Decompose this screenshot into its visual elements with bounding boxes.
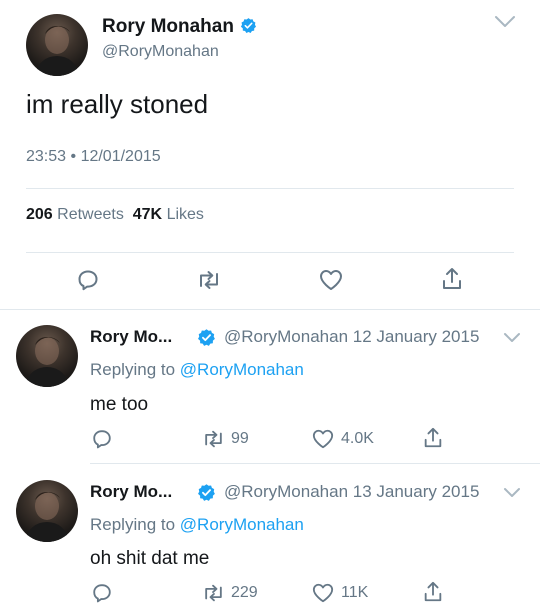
author-handle-date[interactable]: @RoryMonahan 13 January 2015	[224, 482, 479, 502]
author-handle-date[interactable]: @RoryMonahan 12 January 2015	[224, 327, 479, 347]
tweet-date: 12/01/2015	[80, 148, 161, 165]
avatar[interactable]	[16, 325, 78, 387]
like-count[interactable]: 4.0K	[341, 430, 374, 448]
replying-to-link[interactable]: @RoryMonahan	[180, 515, 304, 534]
share-icon[interactable]	[422, 580, 444, 604]
meta-separator: •	[70, 148, 77, 165]
replying-to: Replying to @RoryMonahan	[90, 360, 304, 380]
tweet-text: me too	[90, 394, 149, 415]
author-name[interactable]: Rory Monahan	[102, 16, 257, 38]
verified-badge-icon	[198, 484, 215, 501]
verified-badge-icon	[198, 329, 215, 346]
chevron-down-icon[interactable]	[494, 14, 516, 30]
like-icon[interactable]	[318, 268, 344, 292]
tweet-text: im really stoned	[26, 89, 209, 119]
chevron-down-icon[interactable]	[503, 332, 521, 345]
replying-prefix: Replying to	[90, 515, 176, 534]
divider	[26, 188, 514, 189]
tweet-text: oh shit dat me	[90, 548, 210, 569]
share-icon[interactable]	[422, 426, 444, 450]
author-name[interactable]: Rory Mo...	[90, 327, 172, 347]
like-count[interactable]: 11K	[341, 584, 368, 602]
retweet-count[interactable]: 99	[231, 430, 249, 448]
divider	[90, 463, 540, 464]
divider	[26, 252, 514, 253]
reply-icon[interactable]	[76, 268, 100, 292]
retweet-icon[interactable]	[196, 268, 222, 292]
replying-to-link[interactable]: @RoryMonahan	[180, 360, 304, 379]
retweets-count[interactable]: 206	[26, 206, 53, 223]
divider	[0, 309, 540, 310]
retweet-icon[interactable]	[201, 582, 226, 604]
replying-prefix: Replying to	[90, 360, 176, 379]
tweet-stats: 206 Retweets 47K Likes	[26, 206, 204, 224]
retweet-count[interactable]: 229	[231, 584, 258, 602]
replying-to: Replying to @RoryMonahan	[90, 515, 304, 535]
verified-badge-icon	[240, 18, 256, 33]
avatar[interactable]	[16, 480, 78, 542]
reply-icon[interactable]	[91, 582, 113, 604]
share-icon[interactable]	[440, 266, 464, 292]
likes-label[interactable]: Likes	[167, 206, 204, 223]
likes-count[interactable]: 47K	[133, 206, 162, 223]
tweet-timestamp[interactable]: 23:53 • 12/01/2015	[26, 148, 161, 166]
reply-icon[interactable]	[91, 428, 113, 450]
author-handle[interactable]: @RoryMonahan	[102, 43, 219, 61]
author-name-text[interactable]: Rory Monahan	[102, 16, 234, 37]
like-icon[interactable]	[311, 428, 335, 450]
retweet-icon[interactable]	[201, 428, 226, 450]
author-name[interactable]: Rory Mo...	[90, 482, 172, 502]
avatar[interactable]	[26, 14, 88, 76]
like-icon[interactable]	[311, 582, 335, 604]
chevron-down-icon[interactable]	[503, 487, 521, 500]
tweet-time: 23:53	[26, 148, 67, 165]
retweets-label[interactable]: Retweets	[57, 206, 124, 223]
